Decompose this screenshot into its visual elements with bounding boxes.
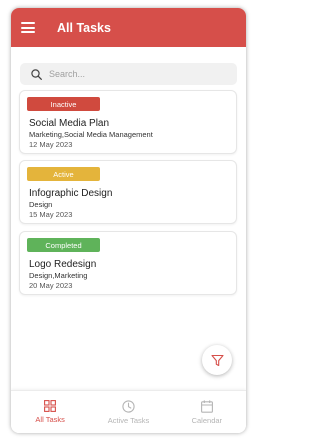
task-title: Infographic Design bbox=[29, 188, 113, 199]
nav-all-tasks[interactable]: All Tasks bbox=[11, 391, 89, 433]
task-title: Logo Redesign bbox=[29, 259, 97, 270]
status-badge: Completed bbox=[27, 238, 100, 252]
task-tags: Design,Marketing bbox=[29, 271, 88, 280]
search-bar[interactable] bbox=[20, 63, 237, 85]
status-badge: Inactive bbox=[27, 97, 100, 111]
task-card[interactable]: Active Infographic Design Design 15 May … bbox=[19, 160, 237, 224]
task-card[interactable]: Completed Logo Redesign Design,Marketing… bbox=[19, 231, 237, 295]
task-date: 15 May 2023 bbox=[29, 210, 73, 219]
task-date: 20 May 2023 bbox=[29, 281, 73, 290]
clock-icon bbox=[122, 399, 135, 413]
task-card[interactable]: Inactive Social Media Plan Marketing,Soc… bbox=[19, 90, 237, 154]
nav-label: All Tasks bbox=[35, 415, 65, 424]
bottom-navigation: All Tasks Active Tasks Calendar bbox=[11, 390, 246, 433]
hamburger-menu-icon[interactable] bbox=[21, 22, 35, 33]
nav-active-tasks[interactable]: Active Tasks bbox=[89, 391, 167, 433]
calendar-icon bbox=[200, 399, 213, 413]
page-title: All Tasks bbox=[57, 20, 111, 35]
nav-calendar[interactable]: Calendar bbox=[168, 391, 246, 433]
task-date: 12 May 2023 bbox=[29, 140, 73, 149]
grid-icon bbox=[44, 400, 57, 412]
task-tags: Design bbox=[29, 200, 53, 209]
filter-button[interactable] bbox=[202, 345, 232, 375]
app-header: All Tasks bbox=[11, 8, 246, 47]
app-screen: All Tasks Inactive Social Media Plan Mar… bbox=[11, 8, 246, 433]
task-title: Social Media Plan bbox=[29, 118, 110, 129]
task-tags: Marketing,Social Media Management bbox=[29, 130, 153, 139]
status-badge: Active bbox=[27, 167, 100, 181]
filter-icon bbox=[210, 354, 224, 366]
search-input[interactable] bbox=[49, 69, 219, 79]
search-icon bbox=[31, 68, 42, 80]
nav-label: Active Tasks bbox=[107, 415, 150, 425]
nav-label: Calendar bbox=[191, 415, 223, 425]
